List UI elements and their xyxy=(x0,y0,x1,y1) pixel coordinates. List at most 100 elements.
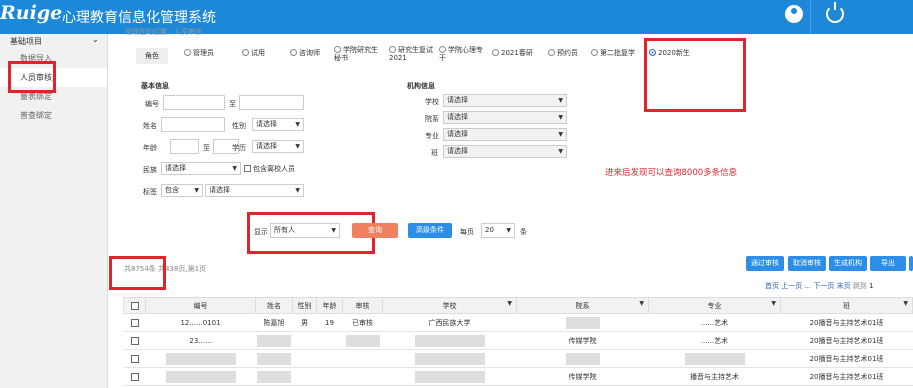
id-to-input[interactable] xyxy=(239,95,304,110)
role-option-label: 试用 xyxy=(251,49,265,57)
blurred-region xyxy=(257,352,291,365)
cell-school: 广西民族大学 xyxy=(382,313,517,332)
cell-gender: 男 xyxy=(292,313,317,332)
cell-name xyxy=(255,349,293,368)
nation-select[interactable]: 请选择 ▼ xyxy=(161,162,241,175)
role-option[interactable]: 管理员 xyxy=(184,49,214,57)
col-class-label: 班 xyxy=(843,301,850,310)
chevron-down-icon: ▼ xyxy=(506,227,511,234)
table-row[interactable]: 12......0101 陈嘉旭 男 19 已审核 广西民族大学 ......艺… xyxy=(123,313,913,332)
cell-class: 20播音与主持艺术01班 xyxy=(780,367,913,386)
row-checkbox[interactable] xyxy=(130,354,139,363)
power-icon[interactable] xyxy=(826,2,844,23)
row-select-cell[interactable] xyxy=(123,331,146,350)
role-option[interactable]: 学院心理专 干 xyxy=(439,46,483,62)
generate-org-button[interactable]: 生成机构 xyxy=(829,256,867,271)
pagination[interactable]: 首页 上一页 ... 下一页 末页 跳到 1 xyxy=(765,281,874,291)
table-row[interactable]: 23...... 传媒学院 ......艺术 20播音与主持艺术01班 xyxy=(123,331,913,350)
sidebar-group-basic[interactable]: 基础项目 ⌄ xyxy=(0,34,107,49)
approve-button[interactable]: 通过审核 xyxy=(746,256,784,271)
row-checkbox[interactable] xyxy=(130,372,139,381)
chevron-down-icon: ▼ xyxy=(771,300,776,307)
pagination-links[interactable]: 首页 上一页 ... 下一页 末页 xyxy=(765,282,851,290)
class-select[interactable]: 请选择 ▼ xyxy=(443,145,567,158)
select-all-cell[interactable] xyxy=(123,297,146,314)
id-from-input[interactable] xyxy=(163,95,225,110)
per-page-select[interactable]: 20 ▼ xyxy=(481,223,515,238)
radio-icon xyxy=(290,49,297,56)
gender-label: 性别 xyxy=(232,122,246,130)
col-gender[interactable]: 性别 xyxy=(292,297,317,314)
tag-select[interactable]: 请选择 ▼ xyxy=(205,184,304,197)
row-checkbox[interactable] xyxy=(130,336,139,345)
app-title: 心理教育信息化管理系统 xyxy=(62,10,216,26)
education-label: 学历 xyxy=(232,144,246,152)
col-major[interactable]: 专业 ▼ xyxy=(648,297,781,314)
sidebar-item-survey-binding[interactable]: 普查绑定 xyxy=(0,106,107,125)
basic-info-title: 基本信息 xyxy=(141,82,169,90)
row-select-cell[interactable] xyxy=(123,367,146,386)
row-select-cell[interactable] xyxy=(123,313,146,332)
school-select[interactable]: 请选择 ▼ xyxy=(443,94,567,107)
jump-page[interactable]: 1 xyxy=(869,282,873,290)
major-select[interactable]: 请选择 ▼ xyxy=(443,128,567,141)
row-checkbox[interactable] xyxy=(130,318,139,327)
chevron-down-icon: ⌄ xyxy=(92,35,99,44)
age-from-input[interactable] xyxy=(170,139,199,154)
advanced-button[interactable]: 高级条件 xyxy=(408,223,452,238)
row-select-cell[interactable] xyxy=(123,349,146,368)
role-option[interactable]: 第二批复学 xyxy=(591,49,635,57)
select-all-checkbox[interactable] xyxy=(130,301,139,310)
education-select[interactable]: 请选择 ▼ xyxy=(252,140,304,153)
chevron-down-icon: ▼ xyxy=(558,97,563,104)
cell-school xyxy=(382,367,517,386)
col-college-label: 院系 xyxy=(575,301,590,310)
cell-major xyxy=(648,349,781,368)
cell-college xyxy=(516,313,649,332)
role-option-label: 咨询师 xyxy=(299,49,320,57)
role-option[interactable]: 2021春研 xyxy=(492,49,533,57)
college-select[interactable]: 请选择 ▼ xyxy=(443,111,567,124)
role-option[interactable]: 咨询师 xyxy=(290,49,320,57)
jump-label: 跳到 xyxy=(852,282,867,290)
cancel-approve-button[interactable]: 取消审核 xyxy=(788,256,826,271)
header-divider xyxy=(810,0,811,34)
chevron-down-icon: ▼ xyxy=(639,300,644,307)
user-icon[interactable] xyxy=(785,5,803,23)
chevron-down-icon: ▼ xyxy=(558,148,563,155)
cell-status: 已审核 xyxy=(342,313,383,332)
cell-status xyxy=(342,367,383,386)
gender-select[interactable]: 请选择 ▼ xyxy=(252,118,304,131)
col-id[interactable]: 编号 xyxy=(145,297,256,314)
col-name[interactable]: 姓名 xyxy=(255,297,293,314)
export-button[interactable]: 导出 xyxy=(870,256,906,271)
more-button[interactable] xyxy=(909,256,913,271)
role-option-label: 第二批复学 xyxy=(600,49,635,57)
class-label: 班 xyxy=(431,149,438,157)
col-school[interactable]: 学校 ▼ xyxy=(382,297,517,314)
blurred-region xyxy=(414,334,485,347)
table-row[interactable]: 20播音与主持艺术01班 xyxy=(123,349,913,368)
tag-mode-select[interactable]: 包含 ▼ xyxy=(161,184,203,197)
radio-icon xyxy=(389,46,396,53)
col-age[interactable]: 年龄 xyxy=(316,297,343,314)
blurred-region xyxy=(565,316,600,329)
cell-id xyxy=(145,367,256,386)
role-option[interactable]: 预约员 xyxy=(548,49,578,57)
role-option[interactable]: 试用 xyxy=(242,49,265,57)
table-row[interactable]: 传媒学院 播音与主持艺术 20播音与主持艺术01班 xyxy=(123,367,913,386)
name-input[interactable] xyxy=(161,117,225,132)
col-college[interactable]: 院系 ▼ xyxy=(516,297,649,314)
col-status[interactable]: 审核 xyxy=(342,297,383,314)
role-option[interactable]: 学院研究生 秘书 xyxy=(334,46,378,62)
cell-age xyxy=(316,331,343,350)
search-button[interactable]: 查询 xyxy=(352,223,398,238)
chevron-down-icon: ▼ xyxy=(558,114,563,121)
role-option[interactable]: 研究生复试 2021 xyxy=(389,46,433,62)
per-page-label: 每页 xyxy=(460,228,474,236)
include-left-checkbox[interactable] xyxy=(244,165,251,172)
college-select-value: 请选择 xyxy=(447,113,468,121)
col-class[interactable]: 班 ▼ xyxy=(780,297,913,314)
cell-college xyxy=(516,349,649,368)
role-option-label: 2021春研 xyxy=(501,49,533,57)
